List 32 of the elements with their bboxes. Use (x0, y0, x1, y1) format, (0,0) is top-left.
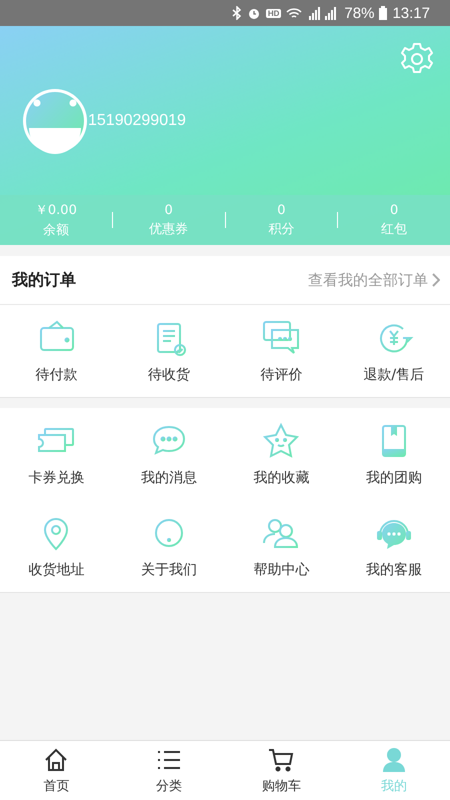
nav-tab[interactable]: 首页 (0, 741, 112, 800)
battery-level: 78% (344, 4, 374, 22)
service-label[interactable]: 帮助中心 (253, 561, 310, 579)
order-status-label[interactable]: 待付款 (35, 366, 78, 384)
hd-badge: HD (266, 8, 282, 18)
service-label[interactable]: 收货地址 (28, 561, 84, 579)
order-status-label[interactable]: 退款/售后 (363, 366, 424, 384)
settings-icon[interactable] (400, 42, 434, 76)
phone-number: 15190299019 (88, 112, 186, 130)
stat-value: 0 (390, 202, 398, 218)
cart-icon (267, 746, 296, 774)
service-label[interactable]: 我的团购 (366, 469, 422, 487)
service-label[interactable]: 卡券兑换 (28, 469, 84, 487)
alarm-icon (246, 6, 261, 20)
section-title: 我的订单 (12, 270, 76, 290)
order-status-label[interactable]: 待评价 (260, 366, 302, 384)
service-label[interactable]: 我的收藏 (253, 469, 310, 487)
clock: 13:17 (392, 4, 430, 22)
stat-value: ￥0.00 (34, 202, 77, 219)
service-label[interactable]: 关于我们 (140, 561, 197, 579)
avatar[interactable] (22, 88, 88, 154)
battery-icon (379, 6, 388, 20)
nav-tab[interactable]: 购物车 (225, 741, 338, 800)
nav-tab[interactable]: 分类 (112, 741, 225, 800)
service-label[interactable]: 我的客服 (366, 561, 422, 579)
bluetooth-icon (232, 6, 242, 20)
wifi-icon (286, 6, 302, 20)
stat-value: 0 (277, 202, 286, 218)
stat-value: 0 (164, 202, 173, 218)
service-label[interactable]: 我的消息 (140, 469, 197, 487)
order-status-label[interactable]: 待收货 (148, 366, 190, 384)
chevron-icon (432, 273, 440, 287)
